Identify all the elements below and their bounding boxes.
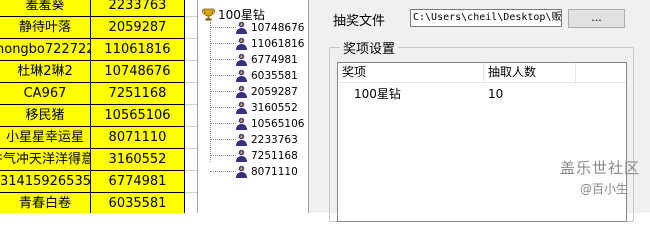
file-path-field[interactable]: C:\Users\cheil\Desktop\贩块语 — [410, 9, 562, 27]
empty-cell[interactable] — [185, 105, 197, 127]
name-cell[interactable]: CA967 — [0, 83, 91, 105]
value-cell[interactable]: 10565106 — [91, 105, 185, 127]
name-cell[interactable]: 杜琳2琳2 — [0, 61, 91, 83]
tree-item-label: 2233763 — [251, 133, 298, 146]
empty-cell[interactable] — [185, 193, 197, 213]
empty-cell[interactable] — [185, 17, 197, 39]
table-row[interactable]: 静待叶落 2059287 — [0, 17, 197, 39]
table-row[interactable]: 移民猪 10565106 — [0, 105, 197, 127]
name-cell[interactable]: 31415926535 — [0, 171, 91, 193]
person-icon — [235, 165, 248, 178]
tree-item[interactable]: 10748676 — [210, 20, 304, 35]
value-cell[interactable]: 6774981 — [91, 171, 185, 193]
value-cell[interactable]: 10748676 — [91, 61, 185, 83]
table-row[interactable]: 牛气冲天洋洋得意 3160552 — [0, 149, 197, 171]
tree-item[interactable]: 6774981 — [210, 52, 298, 67]
browse-button[interactable]: ... — [568, 9, 625, 28]
table-row[interactable]: CA967 7251168 — [0, 83, 197, 105]
name-cell[interactable]: 牛气冲天洋洋得意 — [0, 149, 91, 171]
table-row[interactable]: 杜琳2琳2 10748676 — [0, 61, 197, 83]
value-cell[interactable]: 6035581 — [91, 193, 185, 213]
name-cell[interactable]: 静待叶落 — [0, 17, 91, 39]
watermark: 盖乐世社区 @百小生 — [560, 157, 640, 197]
column-header-count[interactable]: 抽取人数 — [484, 63, 576, 82]
tree-item-label: 3160552 — [251, 101, 298, 114]
person-icon — [235, 21, 248, 34]
name-cell[interactable]: 青春白卷 — [0, 193, 91, 213]
watermark-author: @百小生 — [580, 182, 629, 196]
table-row[interactable]: 小星星幸运星 8071110 — [0, 127, 197, 149]
tree-item-label: 6774981 — [251, 53, 298, 66]
tree-item-label: 6035581 — [251, 69, 298, 82]
name-cell[interactable]: 移民猪 — [0, 105, 91, 127]
value-cell[interactable]: 3160552 — [91, 149, 185, 171]
column-header-prize[interactable]: 奖项 — [338, 63, 484, 82]
person-icon — [235, 53, 248, 66]
prize-name: 100星钻 — [354, 87, 401, 101]
empty-cell[interactable] — [185, 61, 197, 83]
person-icon — [235, 69, 248, 82]
prize-list[interactable]: 奖项 抽取人数 100星钻 10 — [337, 62, 627, 222]
value-cell[interactable]: 7251168 — [91, 83, 185, 105]
person-icon — [235, 117, 248, 130]
empty-cell[interactable] — [185, 127, 197, 149]
empty-cell[interactable] — [185, 0, 197, 17]
name-cell[interactable]: hongbo722722 — [0, 39, 91, 61]
table-row[interactable]: 31415926535 6774981 — [0, 171, 197, 193]
value-cell[interactable]: 11061816 — [91, 39, 185, 61]
tree-item[interactable]: 2059287 — [210, 84, 298, 99]
value-cell[interactable]: 2233763 — [91, 0, 185, 17]
person-icon — [235, 85, 248, 98]
tree-item-label: 7251168 — [251, 149, 298, 162]
tree-item[interactable]: 11061816 — [210, 36, 304, 51]
table-row[interactable]: 青春白卷 6035581 — [0, 193, 197, 213]
value-cell[interactable]: 8071110 — [91, 127, 185, 149]
person-icon — [235, 133, 248, 146]
tree-item[interactable]: 6035581 — [210, 68, 298, 83]
tree-item[interactable]: 3160552 — [210, 100, 298, 115]
empty-cell[interactable] — [185, 83, 197, 105]
person-icon — [235, 101, 248, 114]
tree-item[interactable]: 10565106 — [210, 116, 304, 131]
list-header: 奖项 抽取人数 — [338, 63, 626, 83]
name-cell[interactable]: 羞羞葵 — [0, 0, 91, 17]
list-item[interactable]: 100星钻 10 — [338, 86, 626, 102]
tree-item-label: 11061816 — [251, 37, 305, 50]
person-icon — [235, 149, 248, 162]
group-title: 奖项设置 — [340, 38, 399, 57]
spreadsheet: 羞羞葵 2233763 静待叶落 2059287 hongbo722722 11… — [0, 0, 197, 213]
table-row[interactable]: hongbo722722 11061816 — [0, 39, 197, 61]
prize-tree: 100星钻 10748676 11061816 6774981 6035581 … — [197, 0, 309, 213]
empty-cell[interactable] — [185, 149, 197, 171]
trophy-icon — [202, 8, 215, 21]
tree-item-label: 8071110 — [251, 165, 298, 178]
empty-cell[interactable] — [185, 171, 197, 193]
tree-item[interactable]: 2233763 — [210, 132, 298, 147]
file-label: 抽奖文件 — [333, 14, 386, 29]
watermark-title: 盖乐世社区 — [560, 159, 641, 177]
tree-item-label: 10565106 — [251, 117, 305, 130]
value-cell[interactable]: 2059287 — [91, 17, 185, 39]
tree-item[interactable]: 8071110 — [210, 164, 298, 179]
tree-item[interactable]: 7251168 — [210, 148, 298, 163]
prize-count: 10 — [488, 87, 504, 101]
name-cell[interactable]: 小星星幸运星 — [0, 127, 91, 149]
tree-item-label: 10748676 — [251, 21, 305, 34]
person-icon — [235, 37, 248, 50]
empty-cell[interactable] — [185, 39, 197, 61]
table-row[interactable]: 羞羞葵 2233763 — [0, 0, 197, 17]
tree-item-label: 2059287 — [251, 85, 298, 98]
